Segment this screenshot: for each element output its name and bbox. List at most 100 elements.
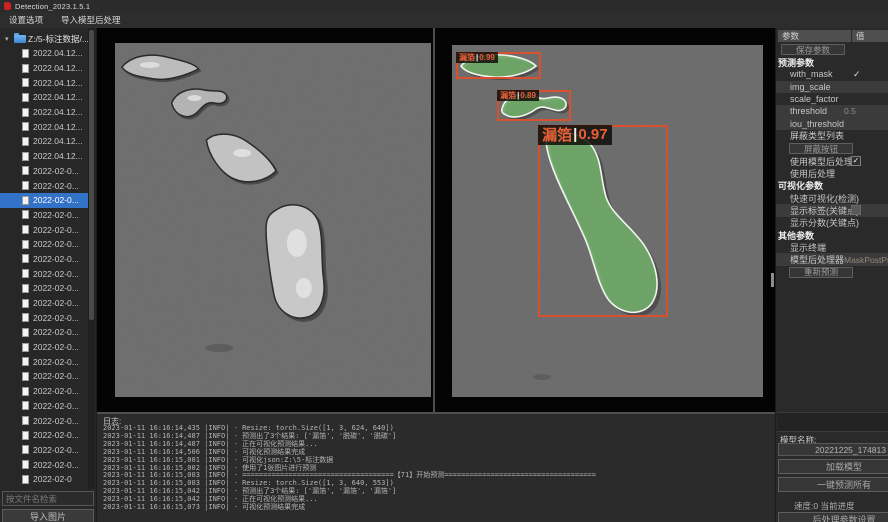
param-label: 屏蔽类型列表 <box>790 129 844 142</box>
checkbox-unchecked[interactable] <box>851 205 861 215</box>
checkbox-checked[interactable]: ✓ <box>851 156 861 166</box>
detection-score: 0.97 <box>578 126 607 143</box>
tree-item[interactable]: 2022-02-0... <box>0 399 89 414</box>
predict-all-button[interactable]: 一键预测所有 <box>778 477 888 492</box>
tree-item[interactable]: 2022-02-0... <box>0 208 89 223</box>
param-row[interactable]: 使用模型后处理✓ <box>776 155 888 167</box>
tree-item[interactable]: 2022.04.12... <box>0 119 89 134</box>
tree-item-label: 2022.04.12... <box>33 107 83 117</box>
tree-item[interactable]: 2022-02-0... <box>0 164 89 179</box>
tree-item[interactable]: 2022-02-0... <box>0 310 89 325</box>
save-params-button[interactable]: 保存参数 <box>781 44 845 55</box>
tree-item-label: 2022-02-0... <box>33 225 79 235</box>
param-row[interactable]: 快速可视化(检测) <box>776 192 888 204</box>
tree-item[interactable]: 2022-02-0... <box>0 325 89 340</box>
tree-item[interactable]: 2022-02-0... <box>0 354 89 369</box>
tree-item[interactable]: 2022.04.12... <box>0 46 89 61</box>
postprocess-settings-button[interactable]: 后处理参数设置 <box>778 512 888 522</box>
tree-root[interactable]: ▾ Z:/5-标注数据/... <box>0 31 89 46</box>
param-row[interactable]: scale_factor <box>776 93 888 105</box>
tree-scrollbar-thumb[interactable] <box>89 30 94 320</box>
tree-item[interactable]: 2022.04.12... <box>0 61 89 76</box>
tree-item[interactable]: 2022-02-0... <box>0 443 89 458</box>
param-row[interactable]: 显示分数(关键点) <box>776 217 888 229</box>
tree-item-label: 2022-02-0... <box>33 166 79 176</box>
file-icon <box>22 299 29 308</box>
menu-import-postprocess[interactable]: 导入模型后处理 <box>52 12 130 28</box>
check-icon[interactable]: ✓ <box>853 69 861 80</box>
tree-item-label: 2022-02-0... <box>33 416 79 426</box>
app-title: Detection_2023.1.5.1 <box>15 2 90 11</box>
label-separator: | <box>476 53 478 62</box>
tree-item[interactable]: 2022-02-0... <box>0 384 89 399</box>
tree-item[interactable]: 2022-02-0... <box>0 266 89 281</box>
param-row[interactable]: 显示终端 <box>776 241 888 253</box>
file-icon <box>22 475 29 484</box>
log-area: 日志: 2023-01-11 16:16:14,435 |INFO| - Res… <box>97 412 775 522</box>
file-icon <box>22 401 29 410</box>
title-bar: Detection_2023.1.5.1 <box>0 0 888 12</box>
tree-item[interactable]: 2022-02-0... <box>0 340 89 355</box>
panel-scrollbar-thumb[interactable] <box>771 273 774 287</box>
model-name-field[interactable]: 20221225_174813 <box>778 443 888 456</box>
import-image-button[interactable]: 导入图片 <box>2 509 94 522</box>
viewer-splitter[interactable] <box>433 28 435 412</box>
tree-item[interactable]: 2022-02-0 <box>0 472 89 487</box>
load-model-button[interactable]: 加载模型 <box>778 459 888 474</box>
param-action-button[interactable]: 屏蔽按钮 <box>789 143 853 154</box>
file-icon <box>22 196 29 205</box>
file-icon <box>22 254 29 263</box>
tree-item[interactable]: 2022.04.12... <box>0 105 89 120</box>
file-icon <box>22 181 29 190</box>
param-label: iou_threshold <box>790 119 844 129</box>
tree-item-label: 2022-02-0... <box>33 342 79 352</box>
file-tree: ▾ Z:/5-标注数据/... 2022.04.12...2022.04.12.… <box>0 28 89 489</box>
tree-item[interactable]: 2022-02-0... <box>0 178 89 193</box>
tree-item-label: 2022-02-0... <box>33 327 79 337</box>
detection-class: 漏箔 <box>542 124 572 145</box>
param-row[interactable]: with_mask✓ <box>776 68 888 80</box>
param-row[interactable]: 屏蔽类型列表 <box>776 130 888 142</box>
tree-item[interactable]: 2022.04.12... <box>0 75 89 90</box>
tree-item[interactable]: 2022-02-0... <box>0 252 89 267</box>
params-panel: 参数 值 保存参数 预测参数with_mask✓img_scalescale_f… <box>775 28 888 522</box>
detection-label: 漏箔|0.89 <box>497 90 539 101</box>
tree-item[interactable]: 2022-02-0... <box>0 281 89 296</box>
original-image-panel[interactable] <box>115 43 431 397</box>
param-row[interactable]: threshold 0.5 <box>776 105 888 117</box>
tree-item-label: 2022-02-0... <box>33 430 79 440</box>
search-input[interactable] <box>2 491 94 506</box>
tree-item[interactable]: 2022-02-0... <box>0 413 89 428</box>
param-action-button[interactable]: 重新预测 <box>789 267 853 278</box>
tree-item[interactable]: 2022.04.12... <box>0 149 89 164</box>
tree-item[interactable]: 2022-02-0... <box>0 428 89 443</box>
file-icon <box>22 328 29 337</box>
param-value[interactable]: 0.5 <box>844 106 856 116</box>
label-separator: | <box>573 126 577 143</box>
param-label: img_scale <box>790 82 831 92</box>
menu-bar: 设置选项 导入模型后处理 <box>0 12 888 28</box>
menu-settings[interactable]: 设置选项 <box>0 12 52 28</box>
tree-item-label: 2022.04.12... <box>33 63 83 73</box>
prediction-image-panel[interactable]: 漏箔|0.99漏箔|0.89漏箔|0.97 <box>452 45 763 397</box>
tree-expand-icon[interactable]: ▾ <box>5 35 12 43</box>
folder-icon <box>14 35 26 43</box>
param-row[interactable]: img_scale <box>776 81 888 93</box>
param-row[interactable]: iou_threshold <box>776 117 888 129</box>
tree-item[interactable]: 2022-02-0... <box>0 222 89 237</box>
tree-scrollbar[interactable] <box>88 28 95 489</box>
file-icon <box>22 240 29 249</box>
param-value[interactable]: MaskPostPro <box>844 255 888 265</box>
param-row[interactable]: 使用后处理 <box>776 167 888 179</box>
tree-item-label: 2022-02-0... <box>33 445 79 455</box>
tree-item[interactable]: 2022-02-0... <box>0 193 89 208</box>
tree-item[interactable]: 2022-02-0... <box>0 237 89 252</box>
tree-item[interactable]: 2022-02-0... <box>0 296 89 311</box>
tree-item[interactable]: 2022-02-0... <box>0 369 89 384</box>
tree-item[interactable]: 2022-02-0... <box>0 457 89 472</box>
param-row[interactable]: 显示标签(关键点) <box>776 204 888 216</box>
param-label: threshold <box>790 106 827 116</box>
tree-item[interactable]: 2022.04.12... <box>0 134 89 149</box>
tree-item[interactable]: 2022.04.12... <box>0 90 89 105</box>
param-row[interactable]: 模型后处理器MaskPostPro <box>776 253 888 265</box>
